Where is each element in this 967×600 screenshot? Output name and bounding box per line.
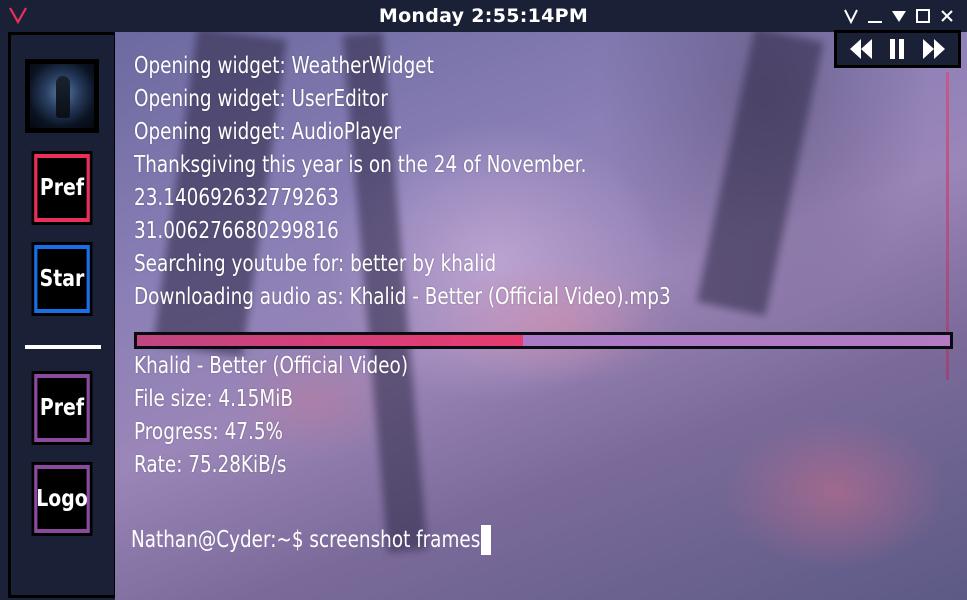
title-bar: Monday 2:55:14PM (0, 0, 967, 32)
track-title: Khalid - Better (Official Video) (134, 353, 408, 379)
sidebar: Pref Star Pref Logo (8, 32, 117, 598)
log-line: Opening widget: UserEditor (134, 86, 388, 112)
clock-display: Monday 2:55:14PM (378, 5, 589, 27)
logo-button-label: Logo (36, 486, 88, 512)
log-line: 23.140692632779263 (134, 185, 339, 211)
pref-button-secondary[interactable]: Pref (31, 371, 93, 445)
log-line: Searching youtube for: better by khalid (134, 251, 497, 277)
terminal-output[interactable]: Opening widget: WeatherWidget Opening wi… (115, 32, 967, 600)
close-icon[interactable] (939, 8, 955, 24)
log-line: Opening widget: WeatherWidget (134, 53, 434, 79)
rewind-icon[interactable] (848, 37, 874, 61)
log-line: Opening widget: AudioPlayer (134, 119, 402, 145)
download-progress-fill (137, 335, 524, 346)
pref-button[interactable]: Pref (31, 151, 93, 225)
maximize-icon[interactable] (915, 8, 931, 24)
prompt-text: Nathan@Cyder:~$ screenshot frames (131, 527, 481, 553)
avatar-figure (56, 76, 70, 118)
collapse-v-icon[interactable] (843, 8, 859, 24)
avatar-image (30, 64, 94, 128)
sidebar-divider (25, 345, 101, 349)
dropdown-triangle-icon[interactable] (891, 8, 907, 24)
window-controls (843, 6, 955, 26)
log-line: Thanksgiving this year is on the 24 of N… (134, 152, 587, 178)
progress-text: Progress: 47.5% (134, 419, 284, 445)
terminal-log: Opening widget: WeatherWidget Opening wi… (134, 50, 954, 314)
text-cursor (481, 525, 492, 555)
fast-forward-icon[interactable] (921, 37, 947, 61)
pause-icon[interactable] (884, 37, 910, 61)
minimize-icon[interactable] (867, 8, 883, 24)
log-line: 31.006276680299816 (134, 218, 339, 244)
download-progress-bar (134, 332, 953, 349)
star-button[interactable]: Star (31, 242, 93, 316)
command-prompt[interactable]: Nathan@Cyder:~$ screenshot frames (131, 525, 568, 555)
avatar[interactable] (25, 59, 99, 133)
logo-button[interactable]: Logo (31, 462, 93, 536)
star-button-label: Star (39, 266, 85, 292)
log-line: Downloading audio as: Khalid - Better (O… (134, 284, 671, 310)
pref-button-label: Pref (39, 175, 85, 201)
file-size: File size: 4.15MiB (134, 386, 293, 412)
download-info: Khalid - Better (Official Video) File si… (134, 350, 954, 482)
pref-secondary-label: Pref (39, 395, 85, 421)
app-window: Monday 2:55:14PM Pref Star Pref Logo Ope… (0, 0, 967, 600)
media-controls (834, 30, 961, 68)
rate-text: Rate: 75.28KiB/s (134, 452, 287, 478)
